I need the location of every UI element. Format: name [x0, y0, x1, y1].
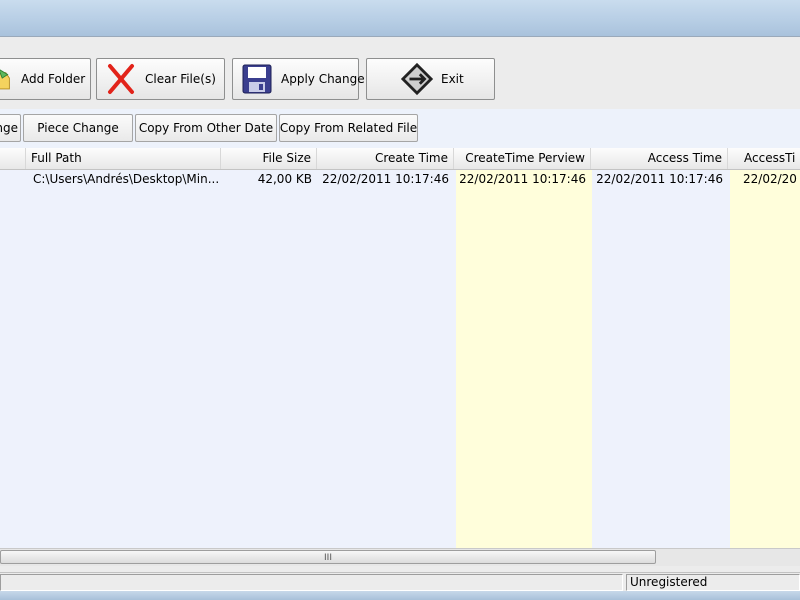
cell-createtime-preview: 22/02/2011 10:17:46 [459, 172, 586, 186]
tab-copy-from-related-file-label: Copy From Related File [279, 121, 418, 135]
scrollbar-grip: III [324, 553, 332, 563]
tab-copy-from-other-date[interactable]: Copy From Other Date [135, 114, 277, 142]
access-preview-column-highlight [730, 148, 800, 548]
tab-piece-change-label: Piece Change [37, 121, 119, 135]
header-accesstime-preview[interactable]: AccessTi [728, 148, 800, 169]
floppy-disk-icon [241, 63, 273, 95]
apply-change-label: Apply Change [281, 72, 365, 86]
header-cell-indicator[interactable] [0, 148, 26, 169]
exit-button[interactable]: Exit [366, 58, 495, 100]
exit-diamond-icon [401, 62, 433, 96]
grid-header: Full Path File Size Create Time CreateTi… [0, 148, 800, 170]
scrollbar-thumb[interactable]: III [0, 550, 656, 564]
registration-status: Unregistered [626, 574, 800, 591]
window-bottom-border [0, 591, 800, 600]
file-list-grid[interactable]: Full Path File Size Create Time CreateTi… [0, 148, 800, 548]
clear-files-label: Clear File(s) [145, 72, 216, 86]
status-bar: Unregistered [0, 572, 800, 592]
add-folder-label: Add Folder [21, 72, 86, 86]
create-preview-column-highlight [456, 148, 592, 548]
header-access-time[interactable]: Access Time [591, 148, 728, 169]
exit-label: Exit [441, 72, 464, 86]
status-panel-main [0, 574, 623, 591]
folder-add-icon [0, 63, 13, 95]
header-full-path[interactable]: Full Path [26, 148, 221, 169]
tab-piece-change[interactable]: Piece Change [23, 114, 133, 142]
apply-change-button[interactable]: Apply Change [232, 58, 365, 100]
header-createtime-preview[interactable]: CreateTime Perview [454, 148, 591, 169]
tab-partial-change[interactable]: nge [0, 114, 21, 142]
tab-partial-change-label: nge [0, 121, 18, 135]
window-titlebar [0, 0, 800, 36]
tab-copy-from-related-file[interactable]: Copy From Related File [279, 114, 418, 142]
cell-access-time: 22/02/2011 10:17:46 [596, 172, 723, 186]
header-file-size[interactable]: File Size [221, 148, 317, 169]
red-x-icon [105, 63, 137, 95]
cell-create-time: 22/02/2011 10:17:46 [322, 172, 449, 186]
cell-accesstime-preview: 22/02/20 [743, 172, 797, 186]
cell-full-path: C:\Users\Andrés\Desktop\Min... [33, 172, 220, 186]
cell-file-size: 42,00 KB [257, 172, 312, 186]
add-folder-button[interactable]: Add Folder [0, 58, 91, 100]
horizontal-scrollbar[interactable]: III [0, 548, 800, 566]
tab-copy-from-other-date-label: Copy From Other Date [138, 121, 274, 135]
header-create-time[interactable]: Create Time [317, 148, 454, 169]
clear-files-button[interactable]: Clear File(s) [96, 58, 225, 100]
